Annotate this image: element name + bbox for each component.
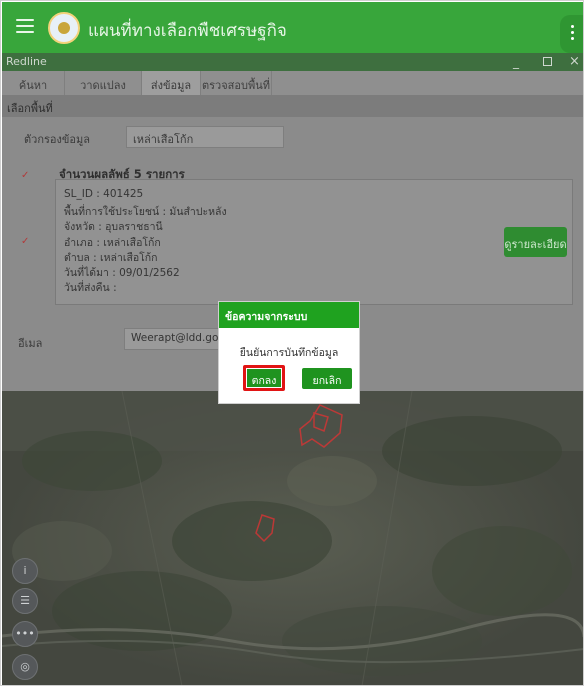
app-title: แผนที่ทางเลือกพืชเศรษฐกิจ [88, 21, 287, 41]
tab-check-area[interactable]: ตรวจสอบพื้นที่ [201, 71, 271, 95]
layers-icon[interactable]: ☰ [12, 588, 38, 614]
app-window: แผนที่ทางเลือกพืชเศรษฐกิจ Redline _ × ค้… [0, 0, 584, 686]
dialog-message: ยืนยันการบันทึกข้อมูล [239, 347, 339, 359]
tab-draw-plot[interactable]: วาดแปลง [65, 71, 141, 95]
kebab-menu-icon[interactable] [560, 15, 583, 53]
hamburger-menu-icon[interactable] [16, 19, 34, 33]
cancel-button[interactable]: ยกเลิก [302, 368, 352, 389]
ok-button-label: ตกลง [247, 369, 281, 387]
map-imagery [2, 391, 583, 685]
date-sent: วันที่ส่งคืน : [64, 282, 117, 294]
confirm-dialog: ข้อความจากระบบ ยืนยันการบันทึกข้อมูล ตกล… [218, 301, 360, 404]
info-icon[interactable]: i [12, 558, 38, 584]
province: จังหวัด : อุบลราชธานี [64, 221, 163, 233]
department-logo [48, 12, 80, 44]
panel-tabs: ค้นหา วาดแปลง ส่งข้อมูล ตรวจสอบพื้นที่ [2, 71, 583, 95]
locate-icon[interactable]: ◎ [12, 654, 38, 680]
panel-title: Redline [6, 55, 47, 68]
tab-search[interactable]: ค้นหา [2, 71, 64, 95]
panel-titlebar: Redline _ × [2, 53, 583, 71]
minimize-button[interactable]: _ [513, 55, 519, 69]
close-button[interactable]: × [569, 54, 580, 69]
result-card[interactable]: SL_ID : 401425 พื้นที่การใช้ประโยชน์ : ม… [55, 179, 573, 305]
ok-button[interactable]: ตกลง [243, 365, 285, 391]
section-title: เลือกพื้นที่ [7, 102, 53, 115]
email-label: อีเมล [18, 337, 43, 350]
checkmark-icon: ✓ [21, 170, 30, 181]
more-icon[interactable]: ••• [12, 621, 38, 647]
tab-send-data[interactable]: ส่งข้อมูล [142, 71, 200, 95]
filter-label: ตัวกรองข้อมูล [24, 133, 90, 146]
dialog-title: ข้อความจากระบบ [225, 311, 308, 323]
checkmark-icon: ✓ [21, 236, 30, 247]
filter-input[interactable]: เหล่าเสือโก้ก [126, 126, 284, 148]
dialog-header: ข้อความจากระบบ [219, 302, 359, 328]
app-header: แผนที่ทางเลือกพืชเศรษฐกิจ [2, 2, 583, 53]
section-header: เลือกพื้นที่ [2, 95, 583, 117]
view-details-button[interactable]: ดูรายละเอียด [504, 227, 567, 257]
sl-id: SL_ID : 401425 [64, 188, 144, 200]
satellite-map[interactable]: i ☰ ••• ◎ [2, 391, 583, 685]
maximize-button[interactable] [543, 57, 552, 66]
